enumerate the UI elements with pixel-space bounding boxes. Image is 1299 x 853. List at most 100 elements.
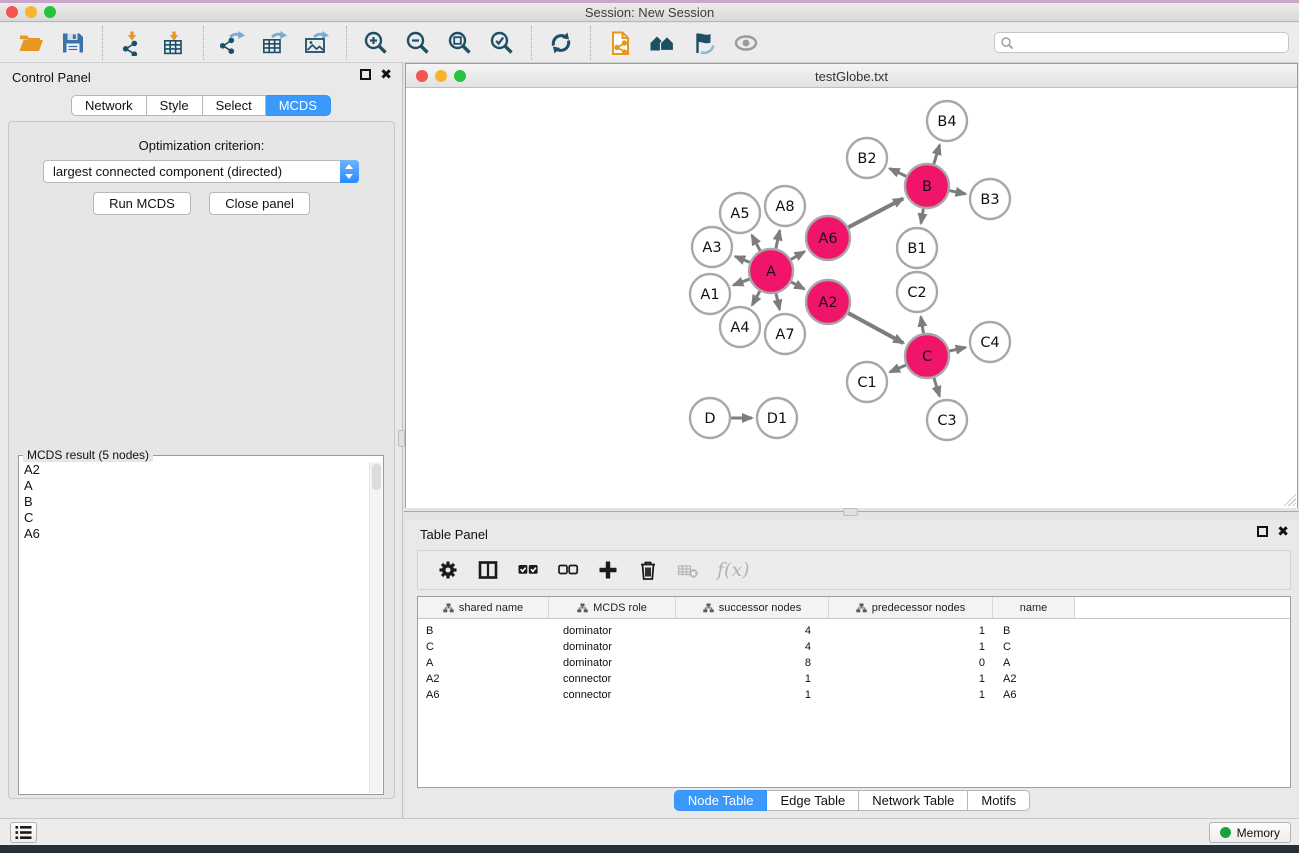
cell-shared_name: C (418, 641, 549, 653)
import-network-icon (119, 30, 145, 56)
app-title: Session: New Session (0, 5, 1299, 20)
home-icon (649, 30, 675, 56)
status-bar: Memory (0, 818, 1299, 845)
result-scrollbar[interactable] (369, 462, 382, 793)
open-folder-icon (18, 30, 44, 56)
gear-button[interactable] (428, 554, 468, 586)
add-button[interactable] (588, 554, 628, 586)
optimization-criterion-select[interactable]: largest connected component (directed) (43, 160, 359, 183)
vertical-splitter-handle[interactable] (398, 430, 405, 447)
float-table-panel-icon[interactable] (1257, 526, 1268, 537)
refresh-button[interactable] (540, 27, 582, 59)
export-table-button[interactable] (254, 27, 296, 59)
graph-node-label-C2: C2 (907, 285, 926, 301)
cell-predecessor_nodes: 1 (829, 673, 993, 685)
close-panel-button[interactable]: Close panel (209, 192, 310, 215)
columns-icon (477, 559, 499, 581)
graph-node-label-D: D (704, 411, 715, 427)
import-table-button[interactable] (153, 27, 195, 59)
close-table-panel-icon[interactable]: ✖ (1277, 526, 1289, 537)
home-button[interactable] (641, 27, 683, 59)
app-window: Session: New Session Control Panel ✖ Net… (0, 0, 1299, 853)
export-image-icon (304, 30, 330, 56)
table-row[interactable]: Cdominator41C (418, 639, 1290, 655)
column-header-predecessor-nodes[interactable]: predecessor nodes (829, 597, 993, 618)
tab-node-table[interactable]: Node Table (674, 790, 768, 811)
function-button[interactable]: f(x) (708, 554, 759, 586)
memory-status-icon (1220, 827, 1231, 838)
column-header-shared-name[interactable]: shared name (418, 597, 549, 618)
result-item[interactable]: A (20, 478, 368, 494)
cell-shared_name: A2 (418, 673, 549, 685)
graph-node-label-B: B (922, 179, 932, 195)
deselect-all-button[interactable] (548, 554, 588, 586)
network-view-window: testGlobe.txt B4B2BB3A8A5A6A3B1AC2A1A2A4… (405, 63, 1298, 508)
open-folder-button[interactable] (10, 27, 52, 59)
select-all-button[interactable] (508, 554, 548, 586)
network-graph: B4B2BB3A8A5A6A3B1AC2A1A2A4A7C4CC1C3DD1 (406, 89, 1297, 508)
task-history-button[interactable] (10, 822, 37, 843)
cell-shared_name: A (418, 657, 549, 669)
cell-name: C (993, 641, 1075, 653)
tab-mcds[interactable]: MCDS (266, 95, 331, 116)
open-network-file-button[interactable] (599, 27, 641, 59)
search-input[interactable] (1014, 35, 1288, 51)
app-titlebar: Session: New Session (0, 3, 1299, 22)
network-canvas[interactable]: B4B2BB3A8A5A6A3B1AC2A1A2A4A7C4CC1C3DD1 (406, 89, 1297, 508)
export-network-button[interactable] (212, 27, 254, 59)
table-row[interactable]: Bdominator41B (418, 623, 1290, 639)
cell-predecessor_nodes: 0 (829, 657, 993, 669)
toolbar-separator (590, 26, 591, 60)
horizontal-splitter-handle[interactable] (843, 508, 858, 516)
graph-node-label-C1: C1 (857, 375, 876, 391)
table-row[interactable]: A2connector11A2 (418, 671, 1290, 687)
export-image-button[interactable] (296, 27, 338, 59)
tab-edge-table[interactable]: Edge Table (767, 790, 859, 811)
columns-button[interactable] (468, 554, 508, 586)
show-views-icon (733, 30, 759, 56)
graph-node-label-A8: A8 (775, 199, 794, 215)
run-mcds-button[interactable]: Run MCDS (93, 192, 191, 215)
tab-motifs[interactable]: Motifs (968, 790, 1030, 811)
tab-network-table[interactable]: Network Table (859, 790, 968, 811)
memory-label: Memory (1237, 826, 1280, 840)
graph-node-label-A5: A5 (730, 206, 749, 222)
mcds-result-list: A2ABCA6 (20, 462, 368, 793)
show-views-button[interactable] (725, 27, 767, 59)
table-body: Bdominator41BCdominator41CAdominator80AA… (418, 619, 1290, 703)
control-panel: Control Panel ✖ NetworkStyleSelectMCDS O… (0, 63, 403, 818)
import-network-button[interactable] (111, 27, 153, 59)
graph-node-label-A1: A1 (700, 287, 719, 303)
column-header-successor-nodes[interactable]: successor nodes (676, 597, 829, 618)
network-window-titlebar[interactable]: testGlobe.txt (406, 64, 1297, 88)
save-button[interactable] (52, 27, 94, 59)
zoom-fit-icon (447, 30, 473, 56)
close-panel-icon[interactable]: ✖ (380, 69, 392, 80)
zoom-out-button[interactable] (397, 27, 439, 59)
delete-button[interactable] (628, 554, 668, 586)
column-header-MCDS-role[interactable]: MCDS role (549, 597, 676, 618)
result-item[interactable]: A6 (20, 526, 368, 542)
tab-style[interactable]: Style (147, 95, 203, 116)
float-panel-icon[interactable] (360, 69, 371, 80)
zoom-in-button[interactable] (355, 27, 397, 59)
memory-button[interactable]: Memory (1209, 822, 1291, 843)
graph-node-label-A3: A3 (702, 240, 721, 256)
table-row[interactable]: Adominator80A (418, 655, 1290, 671)
result-item[interactable]: A2 (20, 462, 368, 478)
delete-table-button[interactable] (668, 554, 708, 586)
tab-network[interactable]: Network (71, 95, 147, 116)
table-row[interactable]: A6connector11A6 (418, 687, 1290, 703)
hide-views-button[interactable] (683, 27, 725, 59)
dropdown-stepper-icon (340, 160, 359, 183)
result-item[interactable]: B (20, 494, 368, 510)
tab-select[interactable]: Select (203, 95, 266, 116)
result-item[interactable]: C (20, 510, 368, 526)
column-header-name[interactable]: name (993, 597, 1075, 618)
cell-successor_nodes: 1 (676, 689, 829, 701)
main-toolbar-groups (10, 26, 767, 60)
network-window-title: testGlobe.txt (406, 69, 1297, 84)
zoom-selected-button[interactable] (481, 27, 523, 59)
zoom-fit-button[interactable] (439, 27, 481, 59)
table-header-row: shared nameMCDS rolesuccessor nodesprede… (418, 597, 1290, 619)
